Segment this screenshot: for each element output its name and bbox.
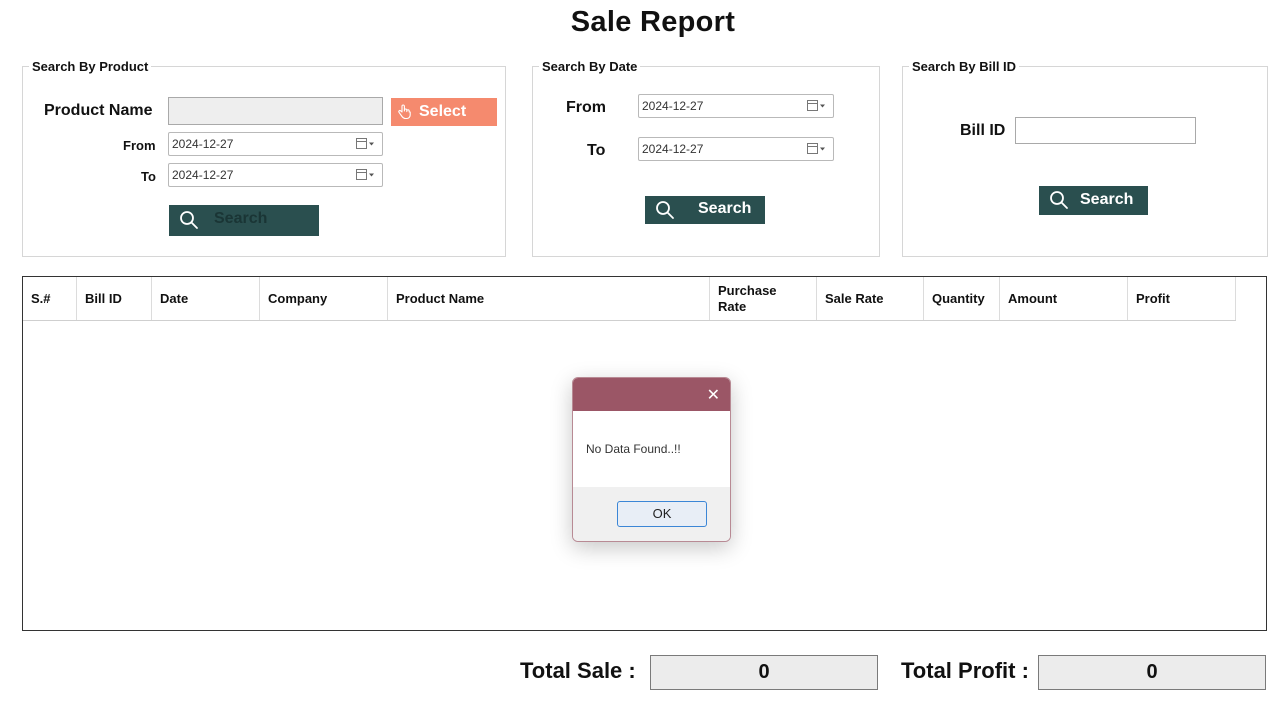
date-from-date-value: 2024-12-27	[642, 99, 704, 113]
column-header-date[interactable]: Date	[152, 277, 260, 320]
calendar-icon	[356, 138, 374, 149]
product-to-date-value: 2024-12-27	[172, 168, 234, 182]
column-header-quantity[interactable]: Quantity	[924, 277, 1000, 320]
product-to-date[interactable]: 2024-12-27	[168, 163, 383, 187]
product-from-date[interactable]: 2024-12-27	[168, 132, 383, 156]
select-button-label: Select	[419, 103, 467, 120]
product-from-date-value: 2024-12-27	[172, 137, 234, 151]
bill-search-label: Search	[1080, 191, 1134, 208]
select-button[interactable]: Select	[391, 98, 497, 126]
search-icon	[1050, 191, 1068, 209]
product-name-field[interactable]	[168, 97, 383, 125]
search-by-bill-group: Search By Bill ID	[902, 59, 1268, 257]
total-sale-value: 0	[650, 655, 878, 690]
column-header-purchase-rate[interactable]: Purchase Rate	[710, 277, 817, 320]
bill-id-input[interactable]	[1015, 117, 1196, 144]
search-by-bill-legend: Search By Bill ID	[912, 59, 1017, 74]
column-header-profit[interactable]: Profit	[1128, 277, 1236, 320]
bill-id-label: Bill ID	[960, 122, 1006, 139]
dialog-message: No Data Found..!!	[586, 442, 681, 456]
calendar-icon	[356, 169, 374, 180]
date-to-date-value: 2024-12-27	[642, 142, 704, 156]
product-name-label: Product Name	[44, 102, 153, 119]
date-search-button[interactable]: Search	[645, 196, 765, 224]
hand-pointer-icon	[398, 104, 411, 120]
ok-button[interactable]: OK	[617, 501, 707, 527]
date-search-label: Search	[698, 200, 752, 217]
date-from-date[interactable]: 2024-12-27	[638, 94, 834, 118]
date-to-label: To	[587, 142, 606, 159]
table-header: S.# Bill ID Date Company Product Name Pu…	[23, 277, 1236, 321]
column-header-sale-rate[interactable]: Sale Rate	[817, 277, 924, 320]
total-sale-label: Total Sale :	[520, 658, 636, 683]
message-dialog: ✕ No Data Found..!! OK	[572, 377, 731, 542]
total-profit-label: Total Profit :	[901, 658, 1029, 683]
calendar-icon	[807, 100, 825, 111]
search-icon	[656, 201, 674, 219]
column-header-bill-id[interactable]: Bill ID	[77, 277, 152, 320]
close-icon[interactable]: ✕	[707, 385, 720, 405]
search-by-date-legend: Search By Date	[542, 59, 638, 74]
column-header-amount[interactable]: Amount	[1000, 277, 1128, 320]
search-by-product-legend: Search By Product	[32, 59, 149, 74]
product-from-label: From	[123, 138, 156, 153]
column-header-product-name[interactable]: Product Name	[388, 277, 710, 320]
calendar-icon	[807, 143, 825, 154]
total-profit-value: 0	[1038, 655, 1266, 690]
product-search-button[interactable]: Search	[169, 205, 319, 236]
product-to-label: To	[141, 169, 156, 184]
search-icon	[180, 211, 198, 229]
page-title: Sale Report	[570, 6, 736, 38]
column-header-company[interactable]: Company	[260, 277, 388, 320]
product-search-label: Search	[214, 210, 268, 227]
date-to-date[interactable]: 2024-12-27	[638, 137, 834, 161]
bill-search-button[interactable]: Search	[1039, 186, 1148, 215]
date-from-label: From	[566, 99, 606, 116]
column-header-serial[interactable]: S.#	[23, 277, 77, 320]
